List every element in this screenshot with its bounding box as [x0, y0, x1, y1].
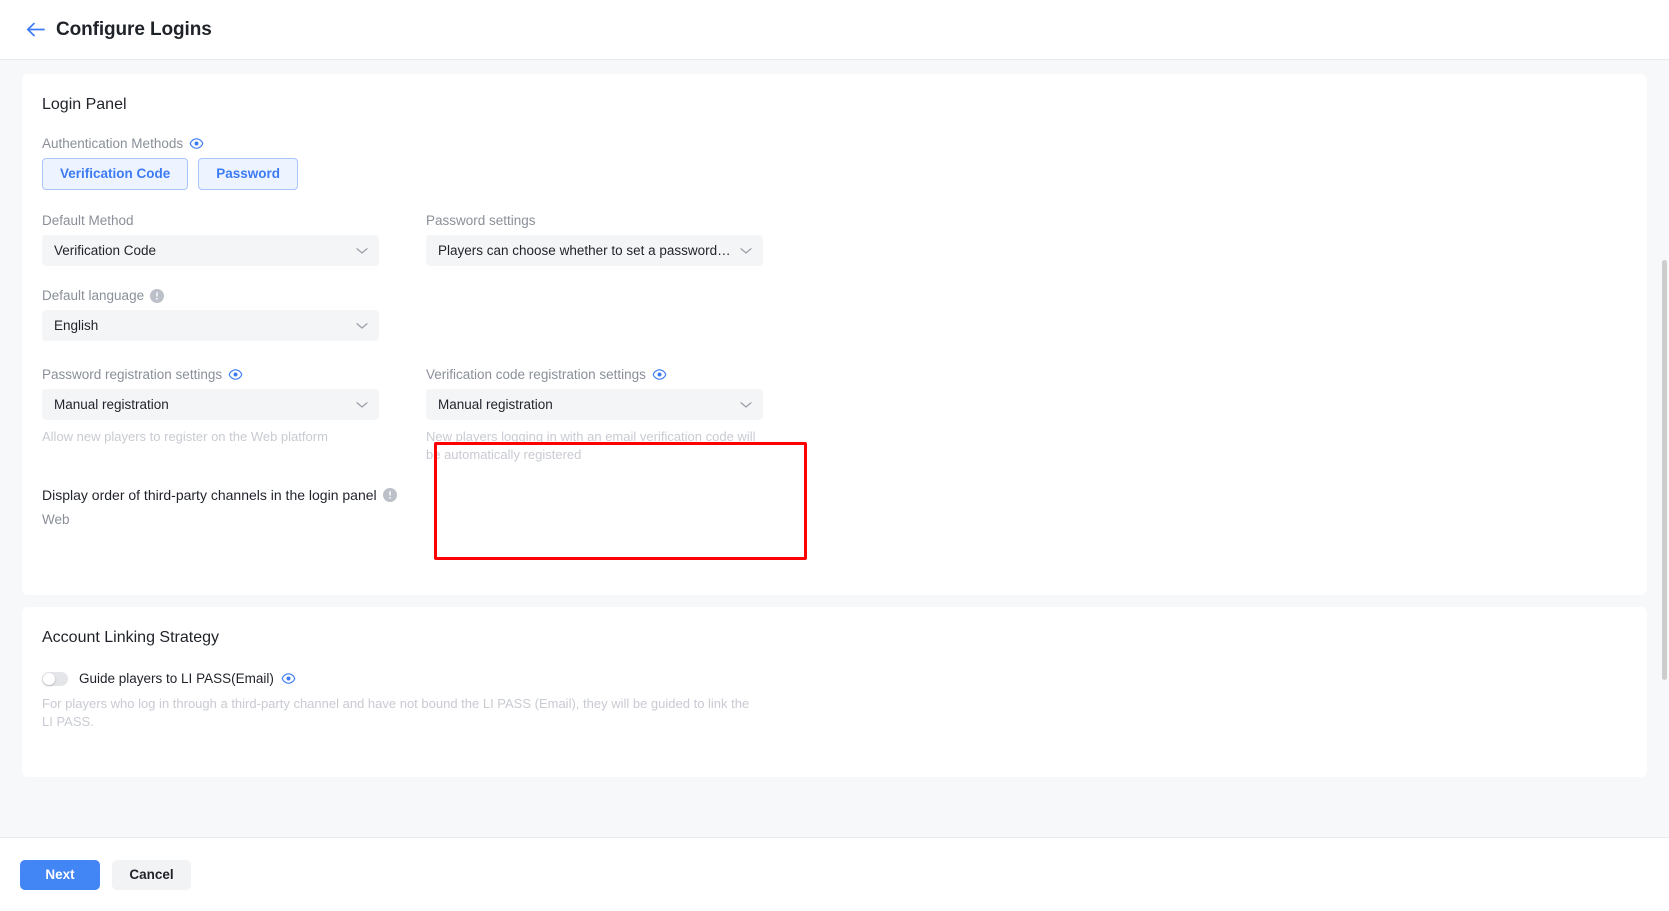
password-settings-select[interactable]: Players can choose whether to set a pass…: [426, 235, 763, 266]
account-linking-description: For players who log in through a third-p…: [42, 696, 750, 729]
verification-code-registration-group: Verification code registration settings …: [426, 367, 763, 464]
third-party-order-label: Display order of third-party channels in…: [42, 487, 397, 503]
default-language-group: Default language English: [42, 288, 379, 341]
password-registration-select[interactable]: Manual registration: [42, 389, 379, 420]
password-settings-label: Password settings: [426, 213, 536, 228]
account-linking-title: Account Linking Strategy: [42, 629, 219, 646]
chevron-down-icon: [356, 318, 368, 333]
verification-code-registration-helper: New players logging in with an email ver…: [426, 429, 756, 462]
account-linking-card: Account Linking Strategy Guide players t…: [22, 607, 1647, 777]
guide-players-toggle[interactable]: [42, 671, 68, 686]
authentication-methods-group: Authentication Methods Verification Code…: [42, 136, 299, 190]
default-method-select[interactable]: Verification Code: [42, 235, 379, 266]
eye-icon[interactable]: [281, 671, 296, 686]
default-language-label: Default language: [42, 288, 379, 303]
password-registration-helper: Allow new players to register on the Web…: [42, 429, 328, 444]
verification-code-registration-select[interactable]: Manual registration: [426, 389, 763, 420]
password-registration-group: Password registration settings Manual re…: [42, 367, 379, 446]
password-settings-group: Password settings Players can choose whe…: [426, 213, 763, 266]
default-method-group: Default Method Verification Code: [42, 213, 379, 266]
login-panel-card: Login Panel Authentication Methods Verif…: [22, 74, 1647, 595]
scrollbar-track[interactable]: [1657, 60, 1669, 837]
default-language-select[interactable]: English: [42, 310, 379, 341]
default-method-value: Verification Code: [54, 243, 157, 258]
third-party-platform-label: Web: [42, 512, 70, 527]
third-party-order-group: Display order of third-party channels in…: [42, 487, 397, 527]
back-button[interactable]: [22, 17, 48, 43]
authentication-methods-label: Authentication Methods: [42, 136, 298, 151]
cancel-button[interactable]: Cancel: [112, 859, 191, 890]
default-method-label: Default Method: [42, 213, 134, 228]
account-linking-body: Guide players to LI PASS(Email) For play…: [22, 671, 1647, 731]
page-header: Configure Logins: [0, 0, 1669, 60]
next-button[interactable]: Next: [20, 859, 100, 890]
password-registration-label: Password registration settings: [42, 367, 379, 382]
guide-players-toggle-row: Guide players to LI PASS(Email): [42, 671, 1647, 686]
toggle-knob: [43, 672, 55, 685]
footer-action-bar: Next Cancel: [0, 837, 1669, 911]
info-icon[interactable]: [150, 288, 165, 303]
default-language-value: English: [54, 318, 99, 333]
password-registration-value: Manual registration: [54, 397, 169, 412]
verification-code-registration-label: Verification code registration settings: [426, 367, 763, 382]
auth-chip-verification-code[interactable]: Verification Code: [42, 158, 189, 190]
arrow-left-icon: [26, 22, 45, 37]
authentication-methods-chips: Verification Code Password: [42, 158, 299, 190]
chevron-down-icon: [356, 243, 368, 258]
scrollbar-thumb[interactable]: [1662, 260, 1667, 680]
eye-icon[interactable]: [652, 367, 667, 382]
page-title: Configure Logins: [56, 18, 212, 40]
auth-chip-password[interactable]: Password: [198, 158, 299, 190]
chevron-down-icon: [740, 397, 752, 412]
info-icon[interactable]: [382, 488, 397, 502]
content-scroll-area: Login Panel Authentication Methods Verif…: [0, 60, 1669, 837]
password-settings-value: Players can choose whether to set a pass…: [438, 243, 732, 258]
eye-icon[interactable]: [228, 367, 243, 382]
guide-players-toggle-label: Guide players to LI PASS(Email): [79, 671, 296, 686]
verification-code-registration-value: Manual registration: [438, 397, 553, 412]
chevron-down-icon: [356, 397, 368, 412]
login-panel-title: Login Panel: [42, 96, 127, 113]
eye-icon[interactable]: [189, 136, 204, 151]
chevron-down-icon: [740, 243, 752, 258]
